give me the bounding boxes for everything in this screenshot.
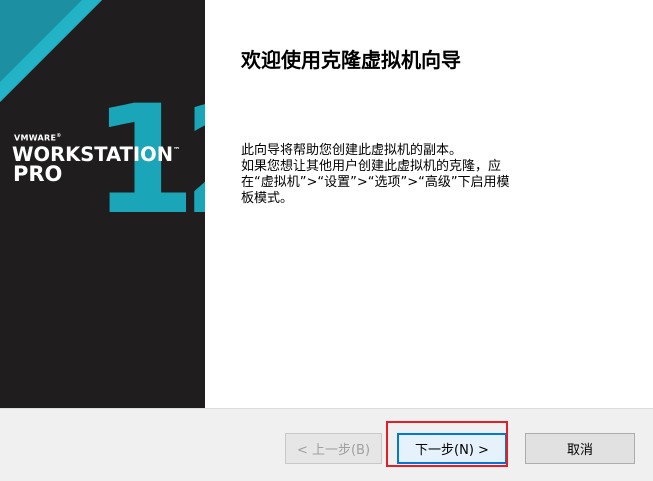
description-line: 如果您想让其他用户创建此虚拟机的克隆，应在“虚拟机”>“设置”>“选项”>“高级…	[241, 159, 510, 206]
brand-panel: 12 VMWARE® WORKSTATION™ PRO	[0, 0, 205, 408]
brand-edition: PRO	[13, 162, 63, 186]
wizard-footer: < 上一步(B) 下一步(N) > 取消	[0, 408, 653, 481]
page-title: 欢迎使用克隆虚拟机向导	[241, 48, 461, 72]
brand-company-name: VMWARE®	[14, 133, 62, 143]
next-button[interactable]: 下一步(N) >	[397, 433, 507, 464]
cancel-button[interactable]: 取消	[525, 433, 635, 464]
description-line: 此向导将帮助您创建此虚拟机的副本。	[241, 143, 463, 158]
page-description: 此向导将帮助您创建此虚拟机的副本。 如果您想让其他用户创建此虚拟机的克隆，应在“…	[241, 143, 511, 207]
clone-vm-wizard-window: 12 VMWARE® WORKSTATION™ PRO 欢迎使用克隆虚拟机向导 …	[0, 0, 653, 481]
back-button[interactable]: < 上一步(B)	[285, 433, 382, 464]
